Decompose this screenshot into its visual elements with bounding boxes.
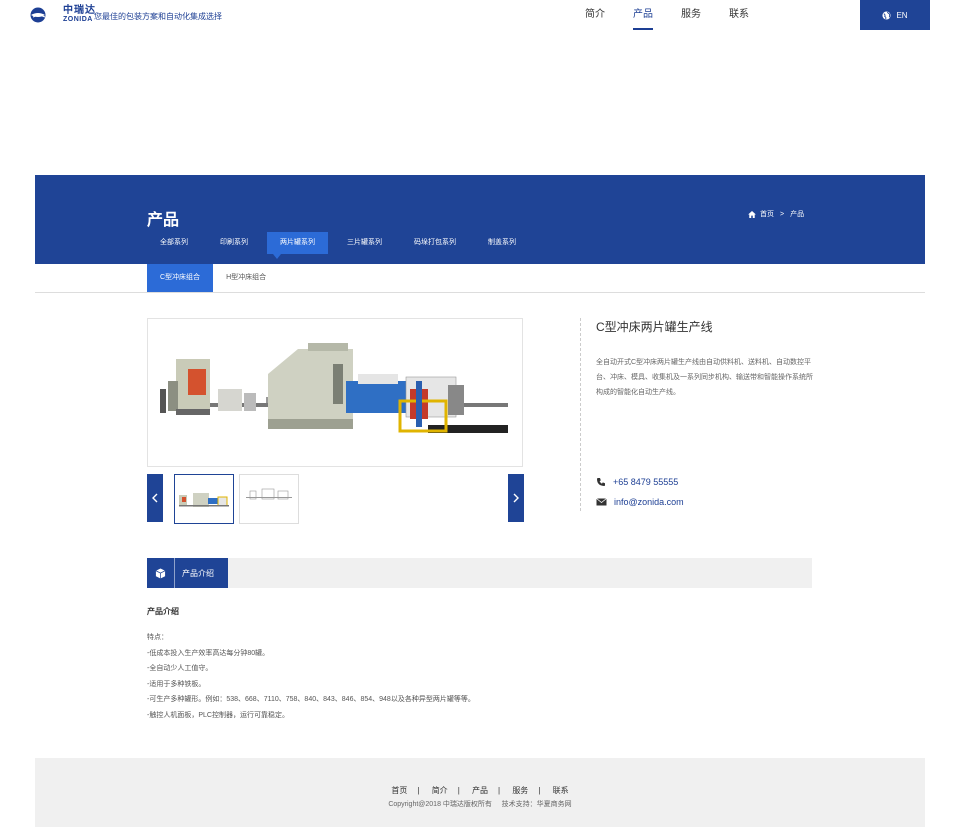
phone-number: +65 8479 55555 <box>613 477 679 487</box>
home-icon <box>748 210 756 218</box>
previous-image-button[interactable] <box>147 474 163 522</box>
footer: 首页 | 简介 | 产品 | 服务 | 联系 Copyright@2018 中瑞达版权所… <box>35 758 925 827</box>
product-description: 全自动开式C型冲床两片罐生产线由自动供料机、送料机、自动数控平台、冲床、模具、收… <box>596 359 813 396</box>
production-line-illustration <box>160 343 508 433</box>
feature-line: -全自动少人工值守。 <box>147 665 213 672</box>
footer-link-contact[interactable]: 联系 <box>553 786 569 795</box>
page-banner: 产品 首页 > 产品 全部系列 印刷系列 两片罐系列 三片罐系列 码垛打包系列 … <box>35 175 925 264</box>
product-main-image[interactable] <box>147 318 523 467</box>
chevron-left-icon <box>152 493 158 503</box>
nav-item-about[interactable]: 简介 <box>585 0 605 30</box>
intro-heading: 产品介绍 <box>147 607 179 616</box>
logo-mark-icon <box>30 7 60 23</box>
copyright-text: Copyright@2018 中瑞达版权所有 <box>388 801 492 808</box>
thumbnail-1[interactable] <box>174 474 234 524</box>
next-image-button[interactable] <box>508 474 524 522</box>
breadcrumb-home[interactable]: 首页 <box>760 209 774 219</box>
top-nav: 简介 产品 服务 联系 <box>585 0 777 30</box>
copyright: Copyright@2018 中瑞达版权所有 技术支持：华夏商务网 <box>35 799 925 809</box>
tagline: 您最佳的包装方案和自动化集成选择 <box>94 12 222 21</box>
subtab-h-type-press[interactable]: H型冲床组合 <box>213 264 279 292</box>
globe-icon <box>882 10 891 20</box>
feature-list: 特点： -低成本投入生产效率高达每分钟80罐。 -全自动少人工值守。 -适用于多… <box>147 630 475 723</box>
footer-link-services[interactable]: 服务 <box>512 786 528 795</box>
feature-line: -可生产多种罐形。例如：538、668、7110、758、840、843、846… <box>147 696 475 703</box>
image-thumbnails <box>147 474 525 524</box>
footer-link-about[interactable]: 简介 <box>432 786 448 795</box>
tab-two-piece-can-series[interactable]: 两片罐系列 <box>267 232 328 259</box>
divider <box>35 292 925 293</box>
contact-email[interactable]: info@zonida.com <box>596 497 684 507</box>
tab-all-series[interactable]: 全部系列 <box>147 232 201 254</box>
feature-line: -适用于多种铁板。 <box>147 680 206 688</box>
feature-line: -低成本投入生产效率高达每分钟80罐。 <box>147 649 270 657</box>
subcategory-tabs: C型冲床组合 H型冲床组合 <box>147 264 279 292</box>
thumbnail-line-image <box>179 493 229 507</box>
product-title: C型冲床两片罐生产线 <box>596 320 713 334</box>
tech-support-text[interactable]: 技术支持：华夏商务网 <box>502 801 572 808</box>
email-address: info@zonida.com <box>614 497 684 507</box>
language-label: EN <box>896 10 908 20</box>
tab-product-intro[interactable]: 产品介绍 <box>147 558 228 588</box>
feature-line: -触控人机面板，PLC控制器，运行可靠稳定。 <box>147 711 289 719</box>
mail-icon <box>596 498 607 506</box>
nav-item-contact[interactable]: 联系 <box>729 0 749 30</box>
page-title: 产品 <box>147 212 180 229</box>
category-tabs: 全部系列 印刷系列 两片罐系列 三片罐系列 码垛打包系列 制盖系列 <box>147 232 535 259</box>
logo-chinese-name: 中瑞达 <box>63 5 96 16</box>
thumbnail-drawing-image <box>246 488 292 500</box>
nav-item-products[interactable]: 产品 <box>633 0 653 30</box>
logo[interactable]: 中瑞达 ZONIDA <box>30 6 96 24</box>
footer-link-products[interactable]: 产品 <box>472 786 488 795</box>
breadcrumb-current: 产品 <box>790 211 805 218</box>
footer-link-home[interactable]: 首页 <box>391 786 407 795</box>
phone-icon <box>597 478 605 486</box>
breadcrumb-separator: > <box>780 210 785 218</box>
contact-phone[interactable]: +65 8479 55555 <box>596 477 678 487</box>
intro-tab-bar: 产品介绍 <box>147 558 812 588</box>
logo-english-name: ZONIDA <box>63 16 93 23</box>
cube-icon <box>155 567 166 579</box>
tab-three-piece-can-series[interactable]: 三片罐系列 <box>334 232 395 254</box>
feature-line: 特点： <box>147 634 168 641</box>
tab-palletizing-series[interactable]: 码垛打包系列 <box>401 232 469 254</box>
product-info-panel: C型冲床两片罐生产线 全自动开式C型冲床两片罐生产线由自动供料机、送料机、自动数… <box>580 318 820 511</box>
tab-printing-series[interactable]: 印刷系列 <box>207 232 261 254</box>
thumbnail-2[interactable] <box>239 474 299 524</box>
subtab-c-type-press[interactable]: C型冲床组合 <box>147 264 214 292</box>
footer-links: 首页 | 简介 | 产品 | 服务 | 联系 <box>391 786 569 795</box>
language-button[interactable]: EN <box>860 0 930 30</box>
tab-lid-making-series[interactable]: 制盖系列 <box>475 232 529 254</box>
nav-item-services[interactable]: 服务 <box>681 0 701 30</box>
intro-tab-label: 产品介绍 <box>182 568 214 578</box>
breadcrumb: 首页 > 产品 <box>748 209 810 219</box>
chevron-right-icon <box>513 493 519 503</box>
